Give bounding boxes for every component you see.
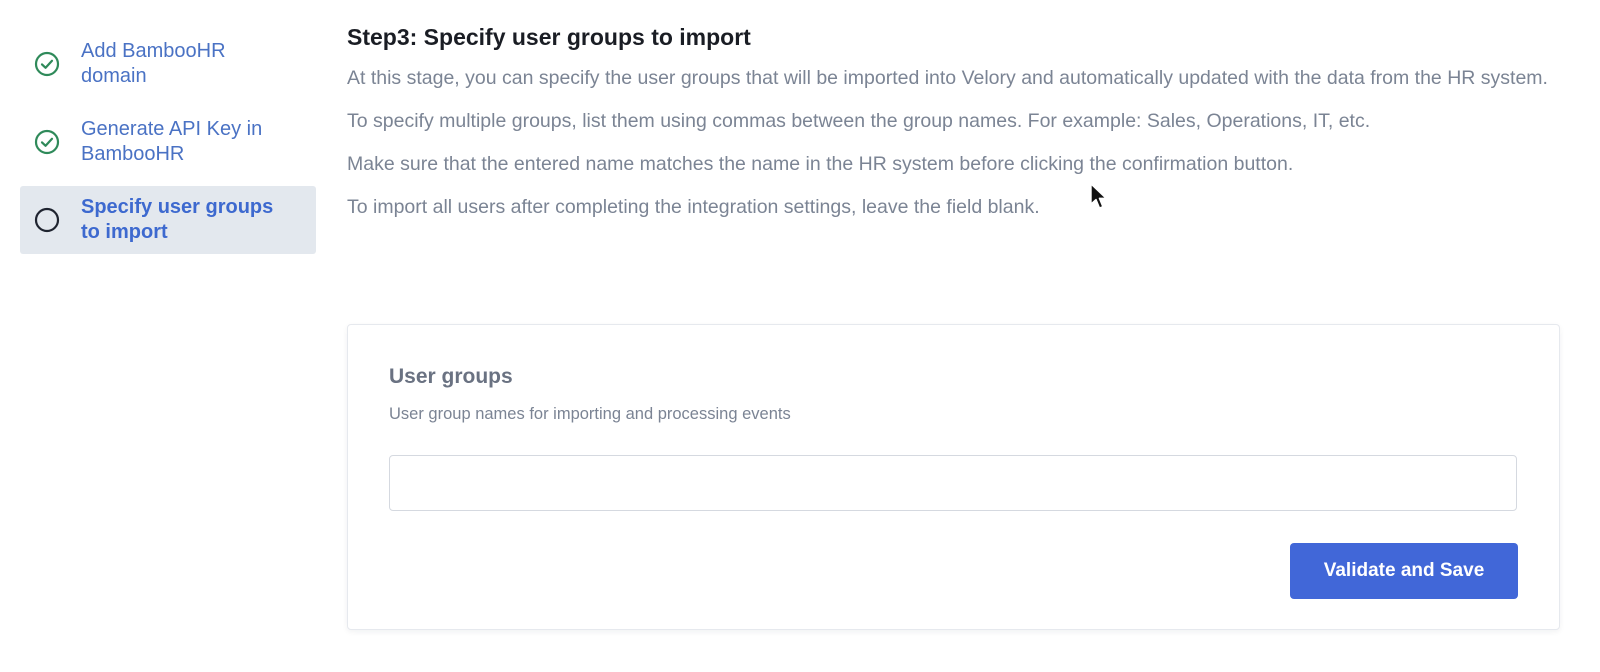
instruction-paragraph: At this stage, you can specify the user …: [347, 67, 1548, 89]
check-circle-icon: [34, 129, 60, 155]
user-groups-label: User groups: [389, 365, 513, 388]
integration-settings-page: Add BambooHR domain Generate API Key in …: [0, 0, 1600, 672]
instruction-paragraph: To import all users after completing the…: [347, 196, 1040, 218]
user-groups-input[interactable]: [389, 455, 1517, 511]
user-groups-help-text: User group names for importing and proce…: [389, 405, 791, 423]
empty-circle-icon: [34, 207, 60, 233]
step-label: Generate API Key in BambooHR: [81, 118, 263, 165]
step-generate-api-key[interactable]: Generate API Key in BambooHR: [20, 108, 316, 176]
user-groups-card: User groups User group names for importi…: [347, 324, 1560, 630]
step-specify-user-groups[interactable]: Specify user groups to import: [20, 186, 316, 254]
mouse-cursor-icon: [1090, 183, 1107, 209]
page-title: Step3: Specify user groups to import: [347, 24, 751, 50]
instruction-paragraph: To specify multiple groups, list them us…: [347, 110, 1371, 132]
check-circle-icon: [34, 51, 60, 77]
step-label: Add BambooHR domain: [81, 40, 226, 87]
step-add-domain[interactable]: Add BambooHR domain: [20, 30, 316, 98]
instruction-paragraph: Make sure that the entered name matches …: [347, 153, 1294, 175]
step-instructions: Step3: Specify user groups to import At …: [347, 22, 1562, 238]
validate-and-save-button[interactable]: Validate and Save: [1290, 543, 1518, 599]
step-label: Specify user groups to import: [81, 196, 274, 243]
step-list: Add BambooHR domain Generate API Key in …: [20, 30, 316, 264]
